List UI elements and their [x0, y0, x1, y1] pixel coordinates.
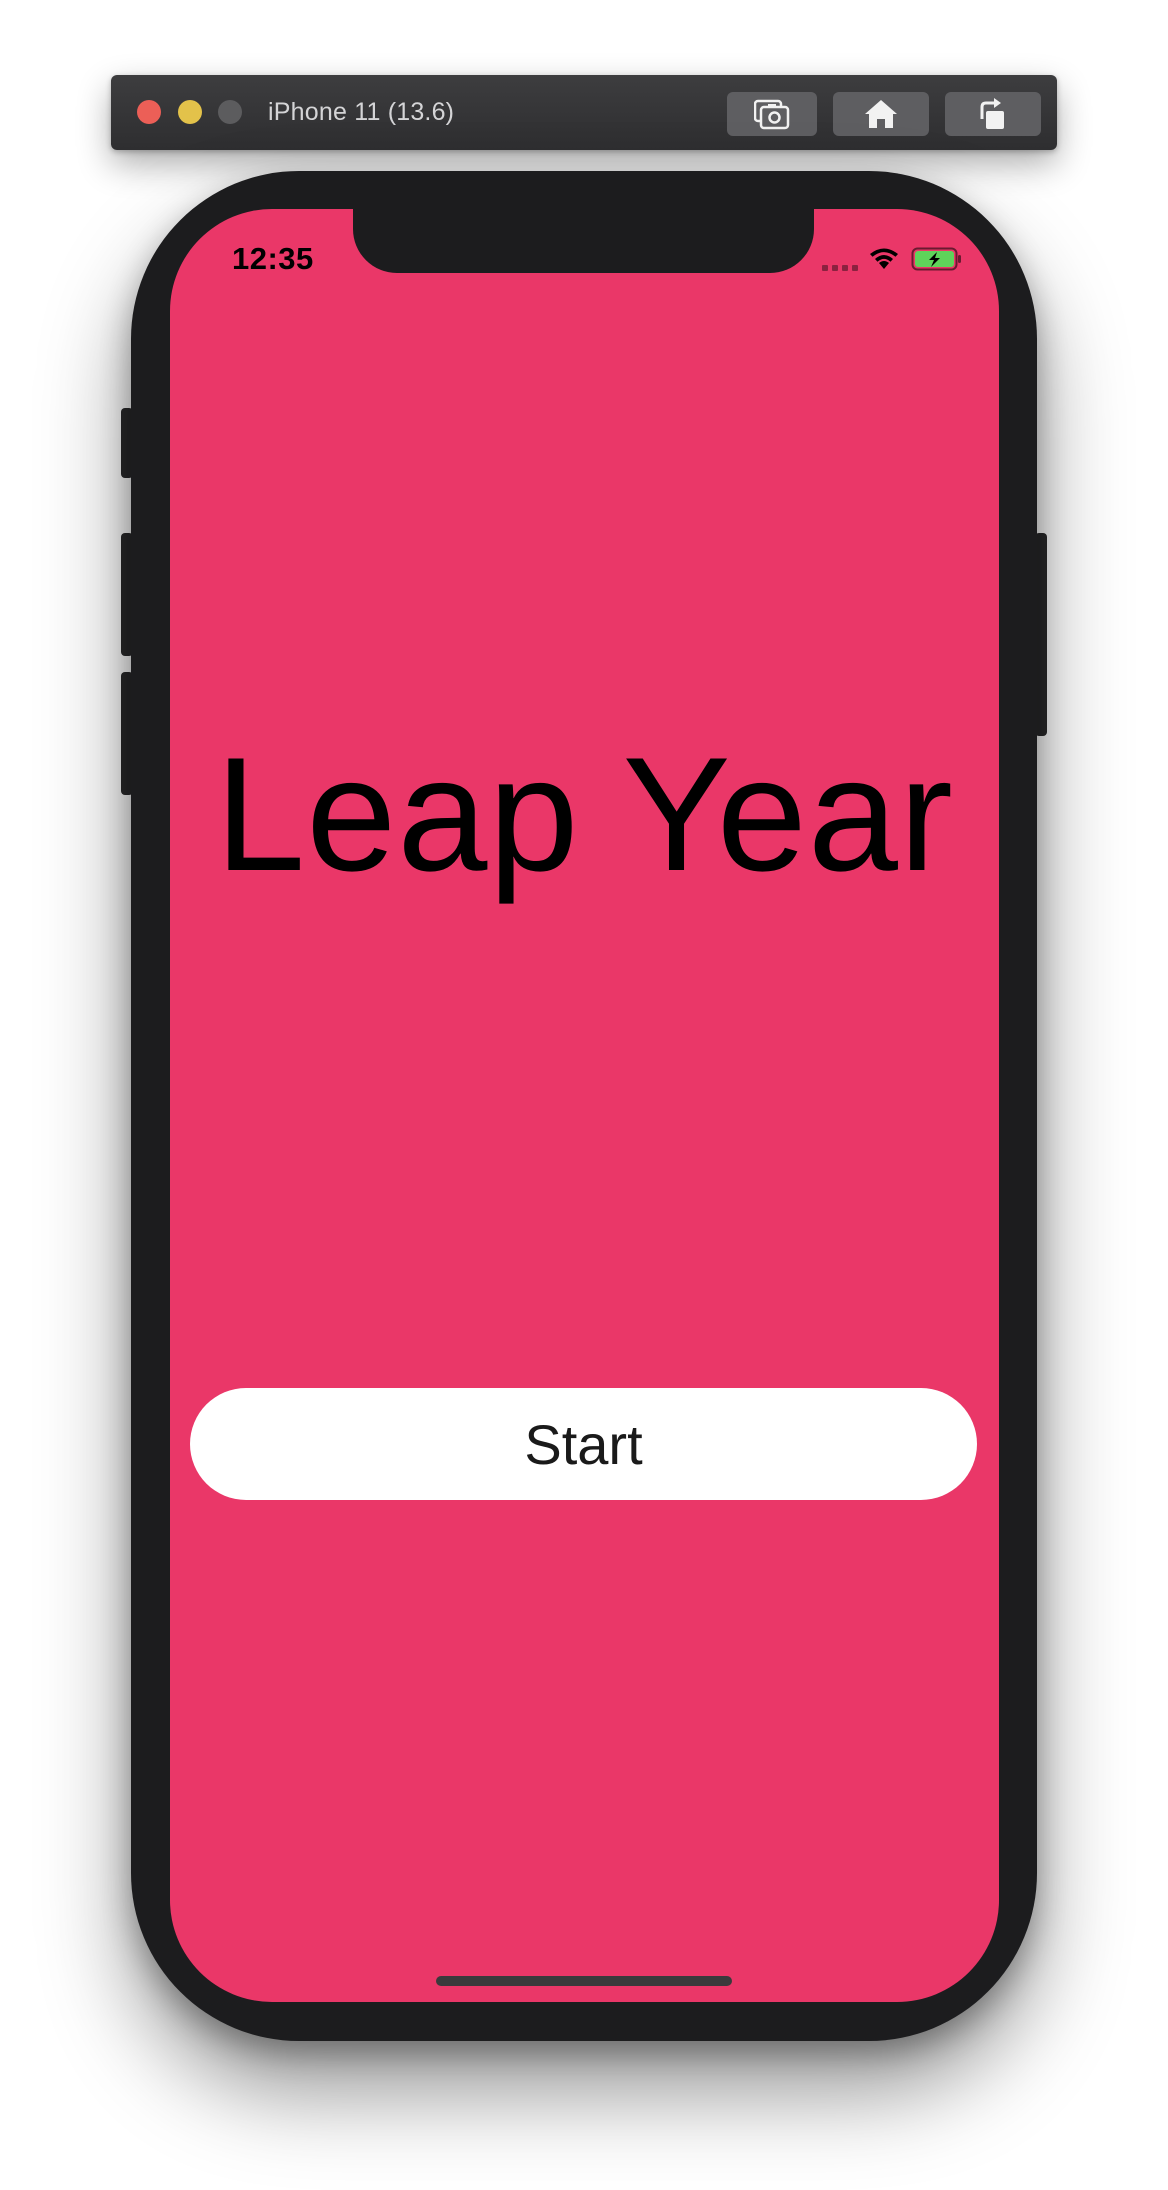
rotate-button[interactable] — [945, 92, 1041, 136]
home-indicator[interactable] — [436, 1976, 732, 1986]
start-button[interactable]: Start — [190, 1388, 977, 1500]
app-screen: 12:35 Leap Year Start — [170, 209, 999, 2002]
screenshot-icon — [754, 98, 790, 130]
rotate-icon — [976, 97, 1010, 131]
device-notch — [353, 209, 814, 273]
wifi-icon — [867, 245, 901, 276]
status-time: 12:35 — [232, 241, 314, 276]
app-title: Leap Year — [215, 724, 954, 905]
minimize-window-button[interactable] — [178, 100, 202, 124]
zoom-window-button[interactable] — [218, 100, 242, 124]
battery-charging-icon — [911, 247, 963, 276]
close-window-button[interactable] — [137, 100, 161, 124]
home-button[interactable] — [833, 92, 929, 136]
home-icon — [863, 98, 899, 130]
simulator-title: iPhone 11 (13.6) — [268, 98, 455, 126]
cellular-signal-icon — [822, 265, 858, 271]
screenshot-button[interactable] — [727, 92, 817, 136]
simulator-toolbar: iPhone 11 (13.6) — [111, 75, 1057, 150]
